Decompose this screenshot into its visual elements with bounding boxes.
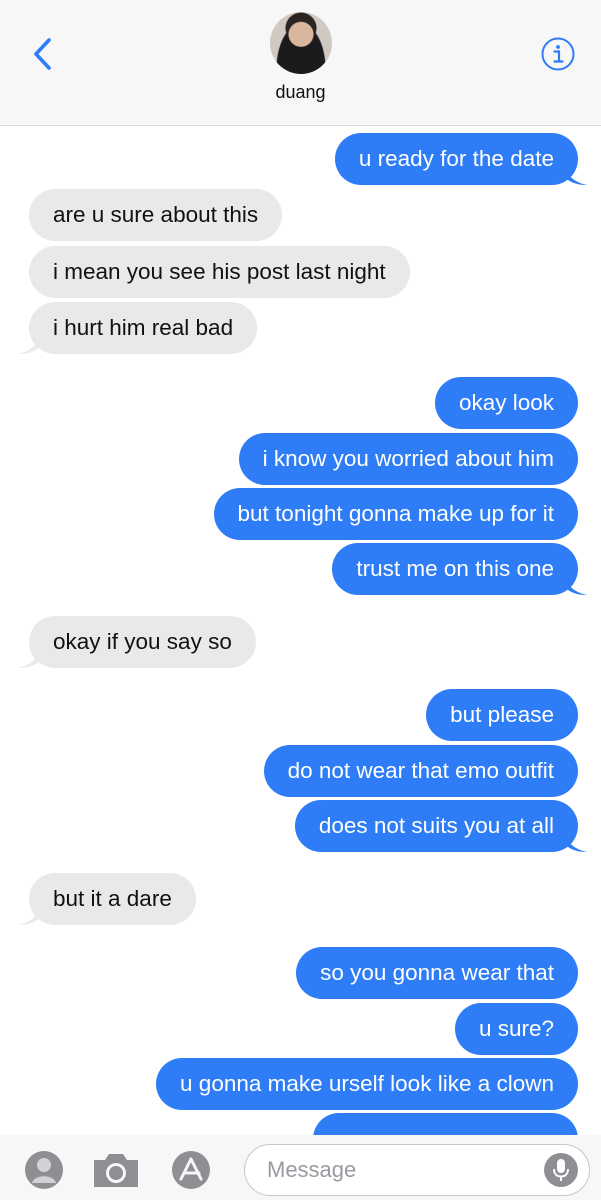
microphone-icon <box>553 1159 569 1181</box>
message-bubble-sent[interactable]: do not wear that emo outfit <box>263 745 578 797</box>
message-bubble-sent-partial[interactable] <box>313 1113 578 1135</box>
message-text: do not wear that emo outfit <box>287 758 554 783</box>
contacts-icon <box>25 1151 63 1189</box>
info-icon <box>541 37 575 71</box>
message-bubble-sent[interactable]: but please <box>426 689 578 741</box>
back-button[interactable] <box>26 36 58 72</box>
camera-button[interactable] <box>90 1150 142 1190</box>
message-text: okay if you say so <box>53 629 232 654</box>
message-bubble-sent[interactable]: but tonight gonna make up for it <box>213 488 578 540</box>
message-input[interactable] <box>267 1145 537 1194</box>
message-text: are u sure about this <box>53 202 259 227</box>
message-text: but it a dare <box>53 886 172 911</box>
message-text: does not suits you at all <box>318 813 554 838</box>
message-bubble-sent[interactable]: i know you worried about him <box>238 433 578 485</box>
message-text: i hurt him real bad <box>53 315 234 340</box>
camera-icon <box>94 1154 138 1187</box>
message-bubble-received[interactable]: but it a dare <box>18 873 196 925</box>
message-bubble-sent[interactable]: does not suits you at all <box>294 800 587 852</box>
bubble-tail <box>18 334 40 354</box>
info-button[interactable] <box>541 37 575 71</box>
message-text: okay look <box>458 390 554 415</box>
dictation-button[interactable] <box>544 1153 578 1187</box>
message-text: i mean you see his post last night <box>53 259 386 284</box>
message-bubble-sent[interactable]: trust me on this one <box>332 543 587 595</box>
bubble-tail <box>18 905 40 925</box>
message-bubble-received[interactable]: okay if you say so <box>18 616 256 668</box>
app-store-button[interactable] <box>170 1150 212 1190</box>
message-text: but tonight gonna make up for it <box>237 501 554 526</box>
message-thread[interactable]: u ready for the date are u sure about th… <box>0 127 601 1135</box>
message-field[interactable] <box>244 1144 590 1196</box>
message-text: u gonna make urself look like a clown <box>180 1071 554 1096</box>
contact-name[interactable]: duang <box>0 82 601 103</box>
chevron-left-icon <box>34 38 51 70</box>
bubble-tail <box>565 575 587 595</box>
contact-avatar[interactable] <box>270 12 332 74</box>
composer-bar <box>0 1135 601 1200</box>
conversation-header: duang <box>0 0 601 126</box>
message-bubble-sent[interactable]: so you gonna wear that <box>296 947 578 999</box>
message-bubble-received[interactable]: i mean you see his post last night <box>29 246 410 298</box>
message-bubble-sent[interactable]: u sure? <box>454 1003 578 1055</box>
message-text: u sure? <box>478 1016 554 1041</box>
message-bubble-received[interactable]: are u sure about this <box>29 189 283 241</box>
bubble-tail <box>565 832 587 852</box>
message-text: but please <box>450 702 554 727</box>
message-bubble-sent[interactable]: u ready for the date <box>334 133 587 185</box>
bubble-tail <box>18 648 40 668</box>
message-bubble-received[interactable]: i hurt him real bad <box>18 302 258 354</box>
message-text: so you gonna wear that <box>320 960 554 985</box>
contacts-button[interactable] <box>24 1150 64 1190</box>
message-text: i know you worried about him <box>262 446 554 471</box>
message-text: u ready for the date <box>358 146 554 171</box>
message-bubble-sent[interactable]: u gonna make urself look like a clown <box>156 1058 578 1110</box>
bubble-tail <box>565 165 587 185</box>
message-text: trust me on this one <box>356 556 554 581</box>
app-store-icon <box>172 1151 210 1189</box>
message-bubble-sent[interactable]: okay look <box>434 377 578 429</box>
